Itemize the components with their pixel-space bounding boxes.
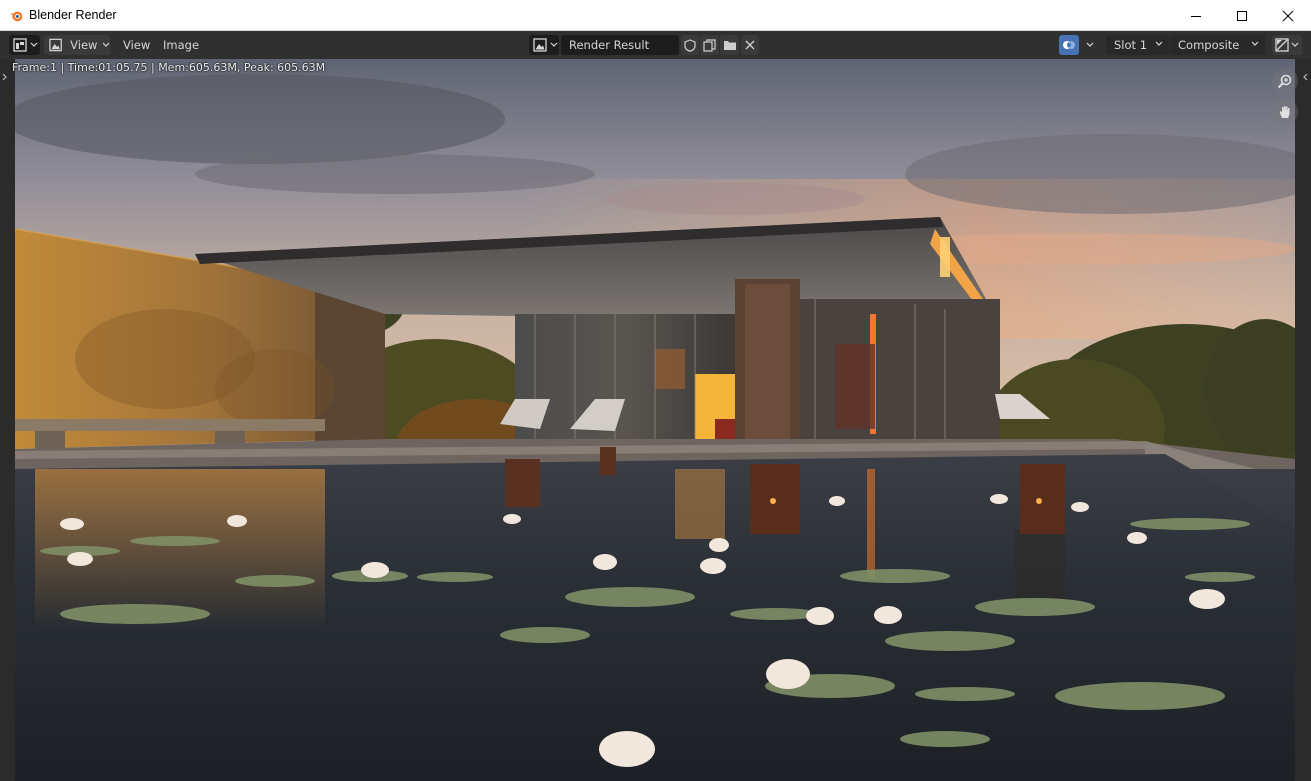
layer-dropdown[interactable]: Composite: [1170, 35, 1265, 55]
sidebar-expand-arrow-icon[interactable]: [1302, 73, 1308, 81]
maximize-button[interactable]: [1219, 0, 1265, 31]
image-name-field[interactable]: Render Result: [561, 35, 679, 55]
render-info-text: Frame:1 | Time:01:05.75 | Mem:605.63M, P…: [12, 61, 326, 74]
display-channels-icon: [1063, 41, 1075, 49]
chevron-down-icon: [1251, 41, 1259, 46]
menu-image[interactable]: Image: [163, 38, 199, 52]
image-view-icon: [49, 38, 62, 52]
window-titlebar: Blender Render: [0, 0, 1311, 31]
window-title: Blender Render: [29, 8, 117, 22]
fake-user-button[interactable]: [681, 35, 699, 55]
minimize-icon: [1191, 15, 1201, 17]
render-result-image: [15, 59, 1295, 781]
unlink-image-button[interactable]: [741, 35, 759, 55]
editor-type-button[interactable]: [9, 35, 40, 55]
open-image-button[interactable]: [720, 35, 739, 55]
chevron-down-icon: [30, 42, 38, 47]
image-viewport[interactable]: Frame:1 | Time:01:05.75 | Mem:605.63M, P…: [0, 59, 1311, 781]
chevron-down-icon: [1155, 41, 1163, 46]
view-mode-label: View: [70, 38, 98, 52]
new-image-button[interactable]: [700, 35, 719, 55]
chevron-down-icon: [103, 42, 110, 47]
new-image-icon: [703, 38, 716, 52]
image-browse-icon: [533, 38, 547, 52]
unlink-icon: [745, 40, 755, 50]
render-scene-illustration: [15, 59, 1295, 781]
close-button[interactable]: [1265, 0, 1311, 31]
toolbar-expand-arrow-icon[interactable]: [2, 73, 8, 81]
image-editor-header: View View Image Render Result Slot 1 Com…: [0, 31, 1311, 59]
gizmo-toggle-icon: [1275, 38, 1289, 52]
fake-user-icon: [684, 38, 696, 52]
view-mode-dropdown[interactable]: View: [44, 35, 110, 55]
pan-button[interactable]: [1272, 99, 1298, 125]
pan-hand-icon: [1280, 106, 1290, 118]
zoom-icon: [1277, 74, 1292, 89]
layer-label: Composite: [1178, 38, 1240, 52]
chevron-down-icon: [1086, 42, 1094, 47]
slot-label: Slot 1: [1114, 38, 1148, 52]
minimize-button[interactable]: [1173, 0, 1219, 31]
close-icon: [1282, 10, 1294, 21]
blender-logo-icon: [9, 11, 23, 22]
slot-dropdown[interactable]: Slot 1: [1106, 35, 1169, 55]
open-image-icon: [723, 41, 736, 50]
chevron-down-icon: [550, 42, 558, 47]
zoom-button[interactable]: [1272, 68, 1298, 94]
gizmo-toggle-button[interactable]: [1272, 35, 1302, 55]
menu-view[interactable]: View: [123, 38, 150, 52]
chevron-down-icon: [1291, 42, 1299, 47]
image-name: Render Result: [569, 38, 650, 52]
display-channels-dropdown[interactable]: [1059, 35, 1099, 55]
maximize-icon: [1237, 10, 1247, 21]
browse-image-button[interactable]: [529, 35, 559, 55]
image-editor-icon: [13, 38, 27, 52]
